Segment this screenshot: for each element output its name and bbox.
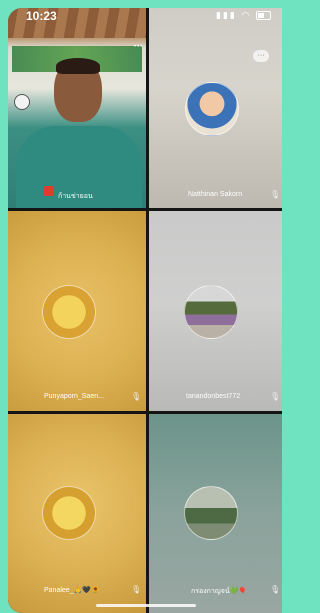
status-time: 10:23 <box>26 9 57 23</box>
home-indicator[interactable] <box>96 604 196 607</box>
avatar-group-photo <box>184 285 238 339</box>
chat-bubble-icon[interactable]: ··· <box>253 50 269 62</box>
wifi-icon: ◠ <box>241 10 252 20</box>
participant-name: Punyaporn_Saen... <box>44 393 104 400</box>
avatar-banana-cartoon-2 <box>42 486 96 540</box>
shirt-text: ก้านข่ายอน <box>58 193 93 200</box>
mic-icon: 🎙 <box>131 392 142 401</box>
host-hair <box>56 58 100 74</box>
participant-name: Natthinan Sakorn <box>188 191 243 198</box>
participant-name: กรองกาญจน์💚🎈 <box>191 588 248 595</box>
mic-icon: 🎙 <box>270 585 281 594</box>
participant-name: tanandonbest772 <box>186 393 241 400</box>
wall-clock-icon <box>14 94 30 110</box>
shirt-logo-icon <box>44 186 54 196</box>
participant-name: Panalee_🙏🖤🌻 <box>44 587 100 594</box>
status-icons: ▮▮▮ ◠ <box>216 10 271 21</box>
signal-icon: ▮▮▮ <box>216 10 237 20</box>
participant-tile-host[interactable]: ก้านข่ายอน <box>8 8 146 208</box>
mic-icon: 🎙 <box>270 392 281 401</box>
mic-icon: 🎙 <box>131 585 142 594</box>
page-indicator: ••• <box>134 44 144 50</box>
mic-icon: 🎙 <box>270 190 281 199</box>
avatar-banana-cartoon <box>42 285 96 339</box>
avatar-child-photo <box>185 82 239 136</box>
avatar-outdoor-photo <box>184 486 238 540</box>
battery-icon <box>255 11 271 21</box>
